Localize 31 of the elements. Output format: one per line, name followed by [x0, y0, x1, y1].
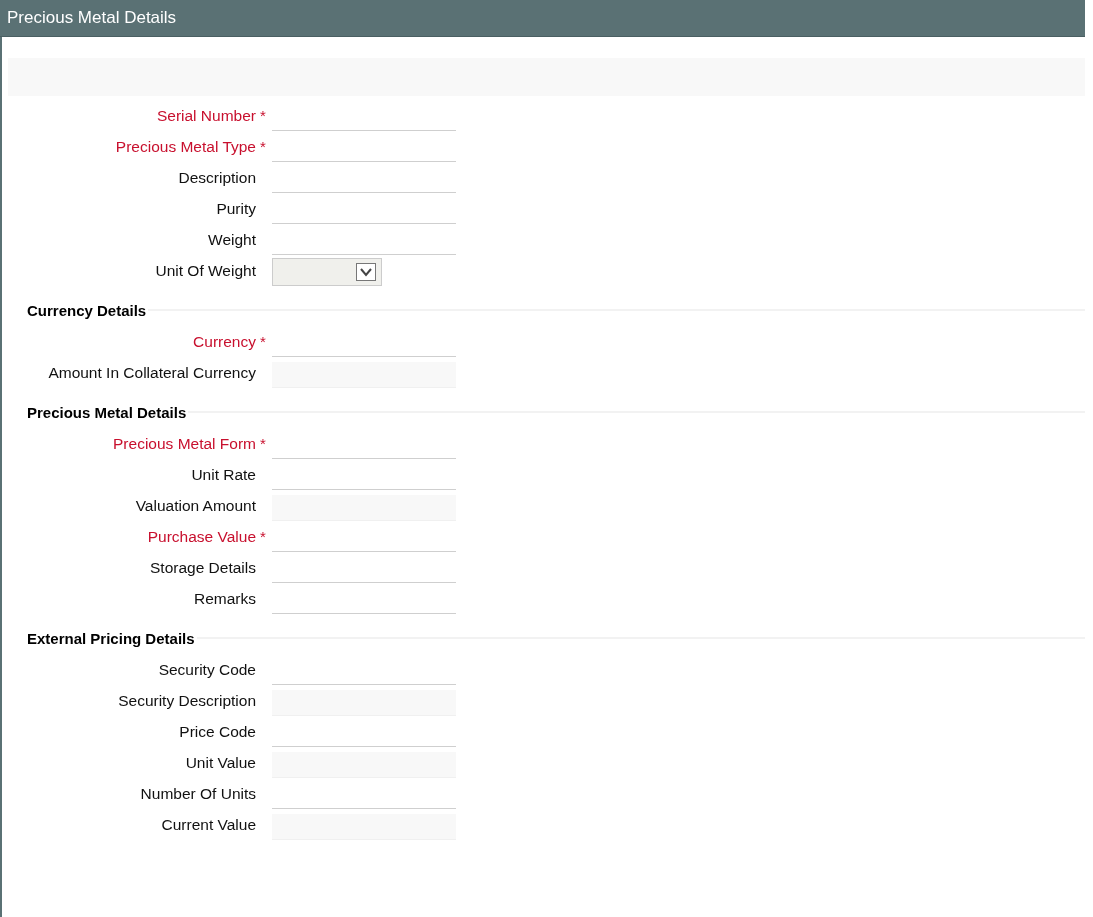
field-label: Unit Of Weight — [155, 261, 256, 280]
field-label: Unit Rate — [191, 465, 256, 484]
field-label: Serial Number — [156, 106, 256, 125]
required-asterisk: * — [259, 434, 267, 452]
field-label: Purity — [216, 199, 256, 218]
field-label: Price Code — [179, 722, 256, 741]
field-label: Storage Details — [150, 558, 256, 577]
required-asterisk: * — [259, 332, 267, 350]
dropdown-field[interactable] — [272, 258, 382, 286]
section-heading: External Pricing Details — [27, 629, 195, 647]
field-label: Unit Value — [185, 753, 256, 772]
field-label: Description — [178, 168, 256, 187]
field-label: Valuation Amount — [135, 496, 256, 515]
section-heading: Precious Metal Details — [27, 403, 187, 421]
required-asterisk: * — [259, 106, 267, 124]
field-label: Precious Metal Type — [115, 137, 256, 156]
field-label: Security Description — [118, 691, 256, 710]
field-label: Amount In Collateral Currency — [48, 363, 256, 382]
field-label: Remarks — [194, 589, 256, 608]
caret-icon[interactable] — [356, 263, 376, 281]
required-asterisk: * — [259, 527, 267, 545]
field-label: Number Of Units — [140, 784, 256, 803]
field-label: Purchase Value — [147, 527, 256, 546]
field-label: Currency — [193, 332, 256, 351]
field-label: Precious Metal Form — [113, 434, 256, 453]
section-heading: Currency Details — [27, 301, 147, 319]
field-label: Current Value — [161, 815, 256, 834]
required-asterisk: * — [259, 137, 267, 155]
field-label: Security Code — [158, 660, 256, 679]
field-label: Weight — [208, 230, 256, 249]
window-title: Precious Metal Details — [7, 8, 177, 28]
